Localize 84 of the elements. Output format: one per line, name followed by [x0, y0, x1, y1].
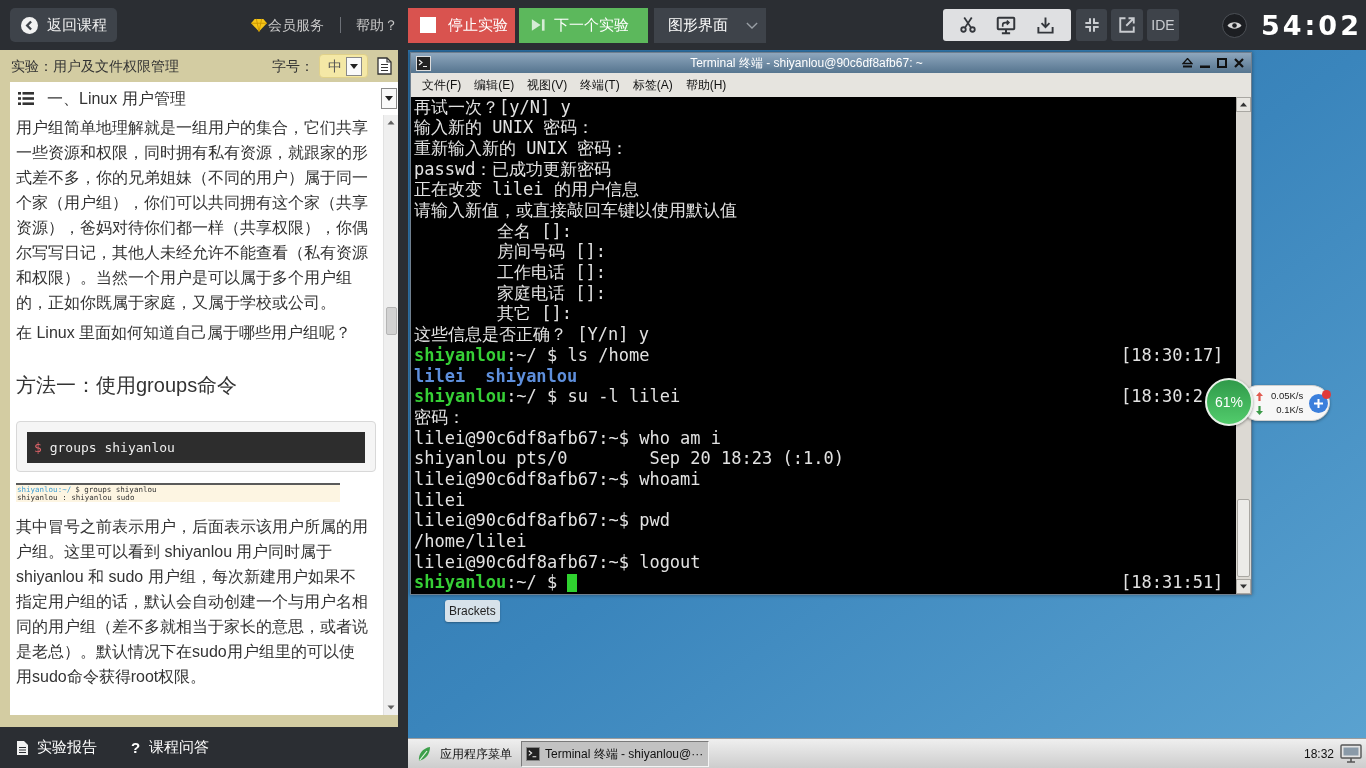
eject-icon[interactable] [1182, 58, 1193, 68]
applications-menu-button[interactable]: 应用程序菜单 [417, 740, 512, 767]
help-link[interactable]: 帮助？ [356, 14, 398, 36]
terminal-line: shiyanlou:~/ $ ls /home [414, 344, 650, 367]
terminal-line: 这些信息是否正确？ [Y/n] y [414, 323, 649, 346]
diamond-icon [251, 18, 267, 32]
stop-square-icon [420, 17, 436, 33]
terminal-line: lilei@90c6df8afb67:~$ whoami [414, 468, 701, 491]
terminal-line: 重新输入新的 UNIX 密码： [414, 136, 629, 160]
stop-experiment-button[interactable]: 停止实验 [408, 7, 515, 43]
desktop-icon-label[interactable]: Brackets [445, 600, 500, 622]
menu-item[interactable]: 视图(V) [527, 76, 568, 94]
dropdown-caret-icon [381, 88, 397, 109]
terminal-line: passwd：已成功更新密码 [414, 157, 612, 181]
terminal-line: 房间号码 []: [497, 240, 606, 264]
ide-button[interactable]: IDE [1147, 9, 1179, 41]
section-select[interactable]: 一、Linux 用户管理 [10, 82, 398, 115]
terminal-line: 再试一次？[y/N] y [414, 97, 571, 118]
down-arrow-icon [1256, 405, 1263, 415]
font-size-select[interactable]: 中 [319, 54, 368, 78]
directory-name: shiyanlou [485, 365, 578, 387]
scrollbar-thumb[interactable] [385, 307, 397, 335]
up-arrow-icon [1256, 391, 1263, 401]
section-heading: 方法一：使用groups命令 [16, 373, 238, 398]
terminal-line: 输入新的 UNIX 密码： [414, 117, 595, 139]
footer-link[interactable]: 实验报告 [17, 736, 97, 759]
scrollbar[interactable] [383, 115, 398, 715]
chevron-down-icon [746, 21, 758, 29]
terminal-line: 密码： [414, 406, 465, 429]
maximize-icon[interactable] [1217, 58, 1227, 68]
clock[interactable]: 18:32 [1303, 744, 1334, 763]
footer-link[interactable]: ? 课程问答 [131, 736, 210, 759]
timestamp: [18:30:17] [1121, 343, 1224, 367]
open-window-button[interactable] [1111, 9, 1143, 41]
font-size-label: 字号： [272, 56, 314, 76]
screen-share-icon[interactable] [996, 15, 1017, 35]
menu-item[interactable]: 帮助(H) [685, 76, 727, 94]
leaf-icon [417, 745, 431, 762]
terminal-line: 工作电话 []: [497, 261, 606, 284]
list-icon [18, 92, 34, 105]
terminal-app-icon [526, 746, 540, 761]
scrollbar-thumb[interactable] [1237, 499, 1250, 577]
terminal-line: lilei [414, 489, 466, 512]
terminal-line: lilei@90c6df8afb67:~$ pwd [414, 509, 670, 533]
terminal-line: 正在改变 lilei 的用户信息 [414, 179, 639, 202]
menu-item[interactable]: 编辑(E) [474, 76, 515, 94]
directory-name: lilei [414, 365, 466, 387]
external-link-icon [1118, 16, 1136, 34]
back-button[interactable]: 返回课程 [10, 8, 117, 42]
scissors-icon[interactable] [958, 16, 977, 34]
eye-icon[interactable] [1222, 12, 1247, 38]
countdown-timer: 54:02 [1261, 11, 1362, 39]
menu-item[interactable]: 终端(T) [580, 76, 620, 94]
monitor-icon[interactable] [1340, 743, 1362, 764]
terminal-line: lilei@90c6df8afb67:~$ who am i [414, 426, 722, 450]
terminal-line: 其它 []: [497, 302, 572, 326]
plus-icon[interactable] [1309, 393, 1329, 413]
document-icon [17, 740, 28, 755]
terminal-app-icon [416, 55, 431, 71]
download-speed: 0.1K/s [1275, 403, 1304, 417]
menu-item[interactable]: 标签(A) [632, 76, 673, 94]
window-title: Terminal 终端 - shiyanlou@90c6df8afb67: ~ [689, 55, 924, 72]
paragraph: 其中冒号之前表示用户，后面表示该用户所属的用户组。这里可以看到 shiyanlou 用户同时属于 shiyanlou 和 sudo 用户组，每次新建用户如果不指定用户组的话，默认会自动创建一个与用户名相同的用户组（差不多就相当于家长的意思，或者说是老总）。默认情况下在sudo用户组里的可以使用sudo命令获得root权限。 [16, 517, 369, 687]
paragraph: 用户组简单地理解就是一组用户的集合，它们共享一些资源和权限，同时拥有私有资源，就跟家的形式差不多，你的兄弟姐妹（不同的用户）属于同一个家（用户组），你们可以共同拥有这个家（共享资源），爸妈对待你们都一样（共享权限），你偶尔写写日记，其他人未经允许不能查看（私有资源和权限）。当然一个用户是可以属于多个用户组的，正如你既属于家庭，又属于学校或公司。 [16, 118, 369, 313]
close-icon[interactable] [1234, 58, 1244, 68]
timestamp: [18:31:51] [1121, 571, 1224, 594]
terminal-line: shiyanlou:~/ $ [414, 572, 558, 594]
paragraph: 在 Linux 里面如何知道自己属于哪些用户组呢？ [16, 323, 353, 343]
lab-title: 实验：用户及文件权限管理 [11, 56, 179, 76]
terminal-line: shiyanlou:~/ $ su -l lilei [414, 386, 681, 408]
vip-link[interactable]: 会员服务 [251, 14, 324, 36]
skip-forward-icon [531, 18, 545, 32]
mode-dropdown[interactable]: 图形界面 [654, 7, 766, 43]
menu-item[interactable]: 文件(F) [422, 76, 462, 94]
document-icon[interactable] [377, 57, 392, 75]
terminal-line: 家庭电话 []: [497, 281, 606, 304]
taskbar-window-button[interactable]: Terminal 终端 - shiyanlou@··· [521, 740, 709, 767]
dropdown-caret-icon [346, 56, 362, 76]
download-icon[interactable] [1036, 15, 1056, 35]
compress-icon [1083, 17, 1100, 33]
terminal-line: shiyanlou pts/0 Sep 20 18:23 (:1.0) [414, 448, 844, 471]
upload-speed: 0.05K/s [1271, 389, 1304, 403]
fullscreen-exit-button[interactable] [1076, 9, 1107, 41]
question-mark-icon: ? [131, 740, 141, 755]
